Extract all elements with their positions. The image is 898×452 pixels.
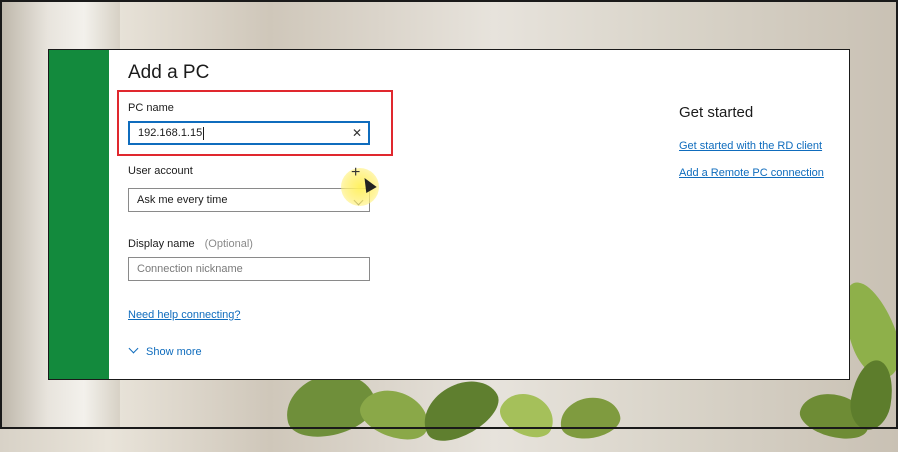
need-help-link[interactable]: Need help connecting? <box>128 309 241 321</box>
display-name-input[interactable]: Connection nickname <box>128 257 370 281</box>
pc-name-input[interactable]: 192.168.1.15 ✕ <box>128 121 370 145</box>
get-started-title: Get started <box>679 104 754 121</box>
crosshair-icon: + <box>351 164 361 181</box>
dialog-title: Add a PC <box>128 62 210 83</box>
chevron-down-icon <box>128 343 139 354</box>
pc-name-label: PC name <box>128 102 174 114</box>
optional-hint: (Optional) <box>204 238 253 250</box>
add-pc-dialog: Add a PC PC name 192.168.1.15 ✕ User acc… <box>48 49 850 380</box>
background-leaf <box>412 368 508 452</box>
display-name-label: Display name (Optional) <box>128 238 253 250</box>
text-caret <box>203 126 205 140</box>
display-name-label-text: Display name <box>128 238 195 250</box>
accent-bar <box>49 50 109 379</box>
user-account-select[interactable]: Ask me every time <box>128 188 370 212</box>
user-account-label: User account <box>128 165 193 177</box>
background-leaf <box>556 393 624 443</box>
user-account-selected: Ask me every time <box>137 194 228 206</box>
pc-name-value: 192.168.1.15 <box>138 127 203 139</box>
background-leaf <box>494 385 561 445</box>
close-icon[interactable]: ✕ <box>352 126 362 140</box>
get-started-link[interactable]: Get started with the RD client <box>679 140 822 152</box>
add-remote-pc-link[interactable]: Add a Remote PC connection <box>679 167 824 179</box>
show-more-label: Show more <box>146 346 202 358</box>
show-more-button[interactable]: Show more <box>128 343 202 358</box>
